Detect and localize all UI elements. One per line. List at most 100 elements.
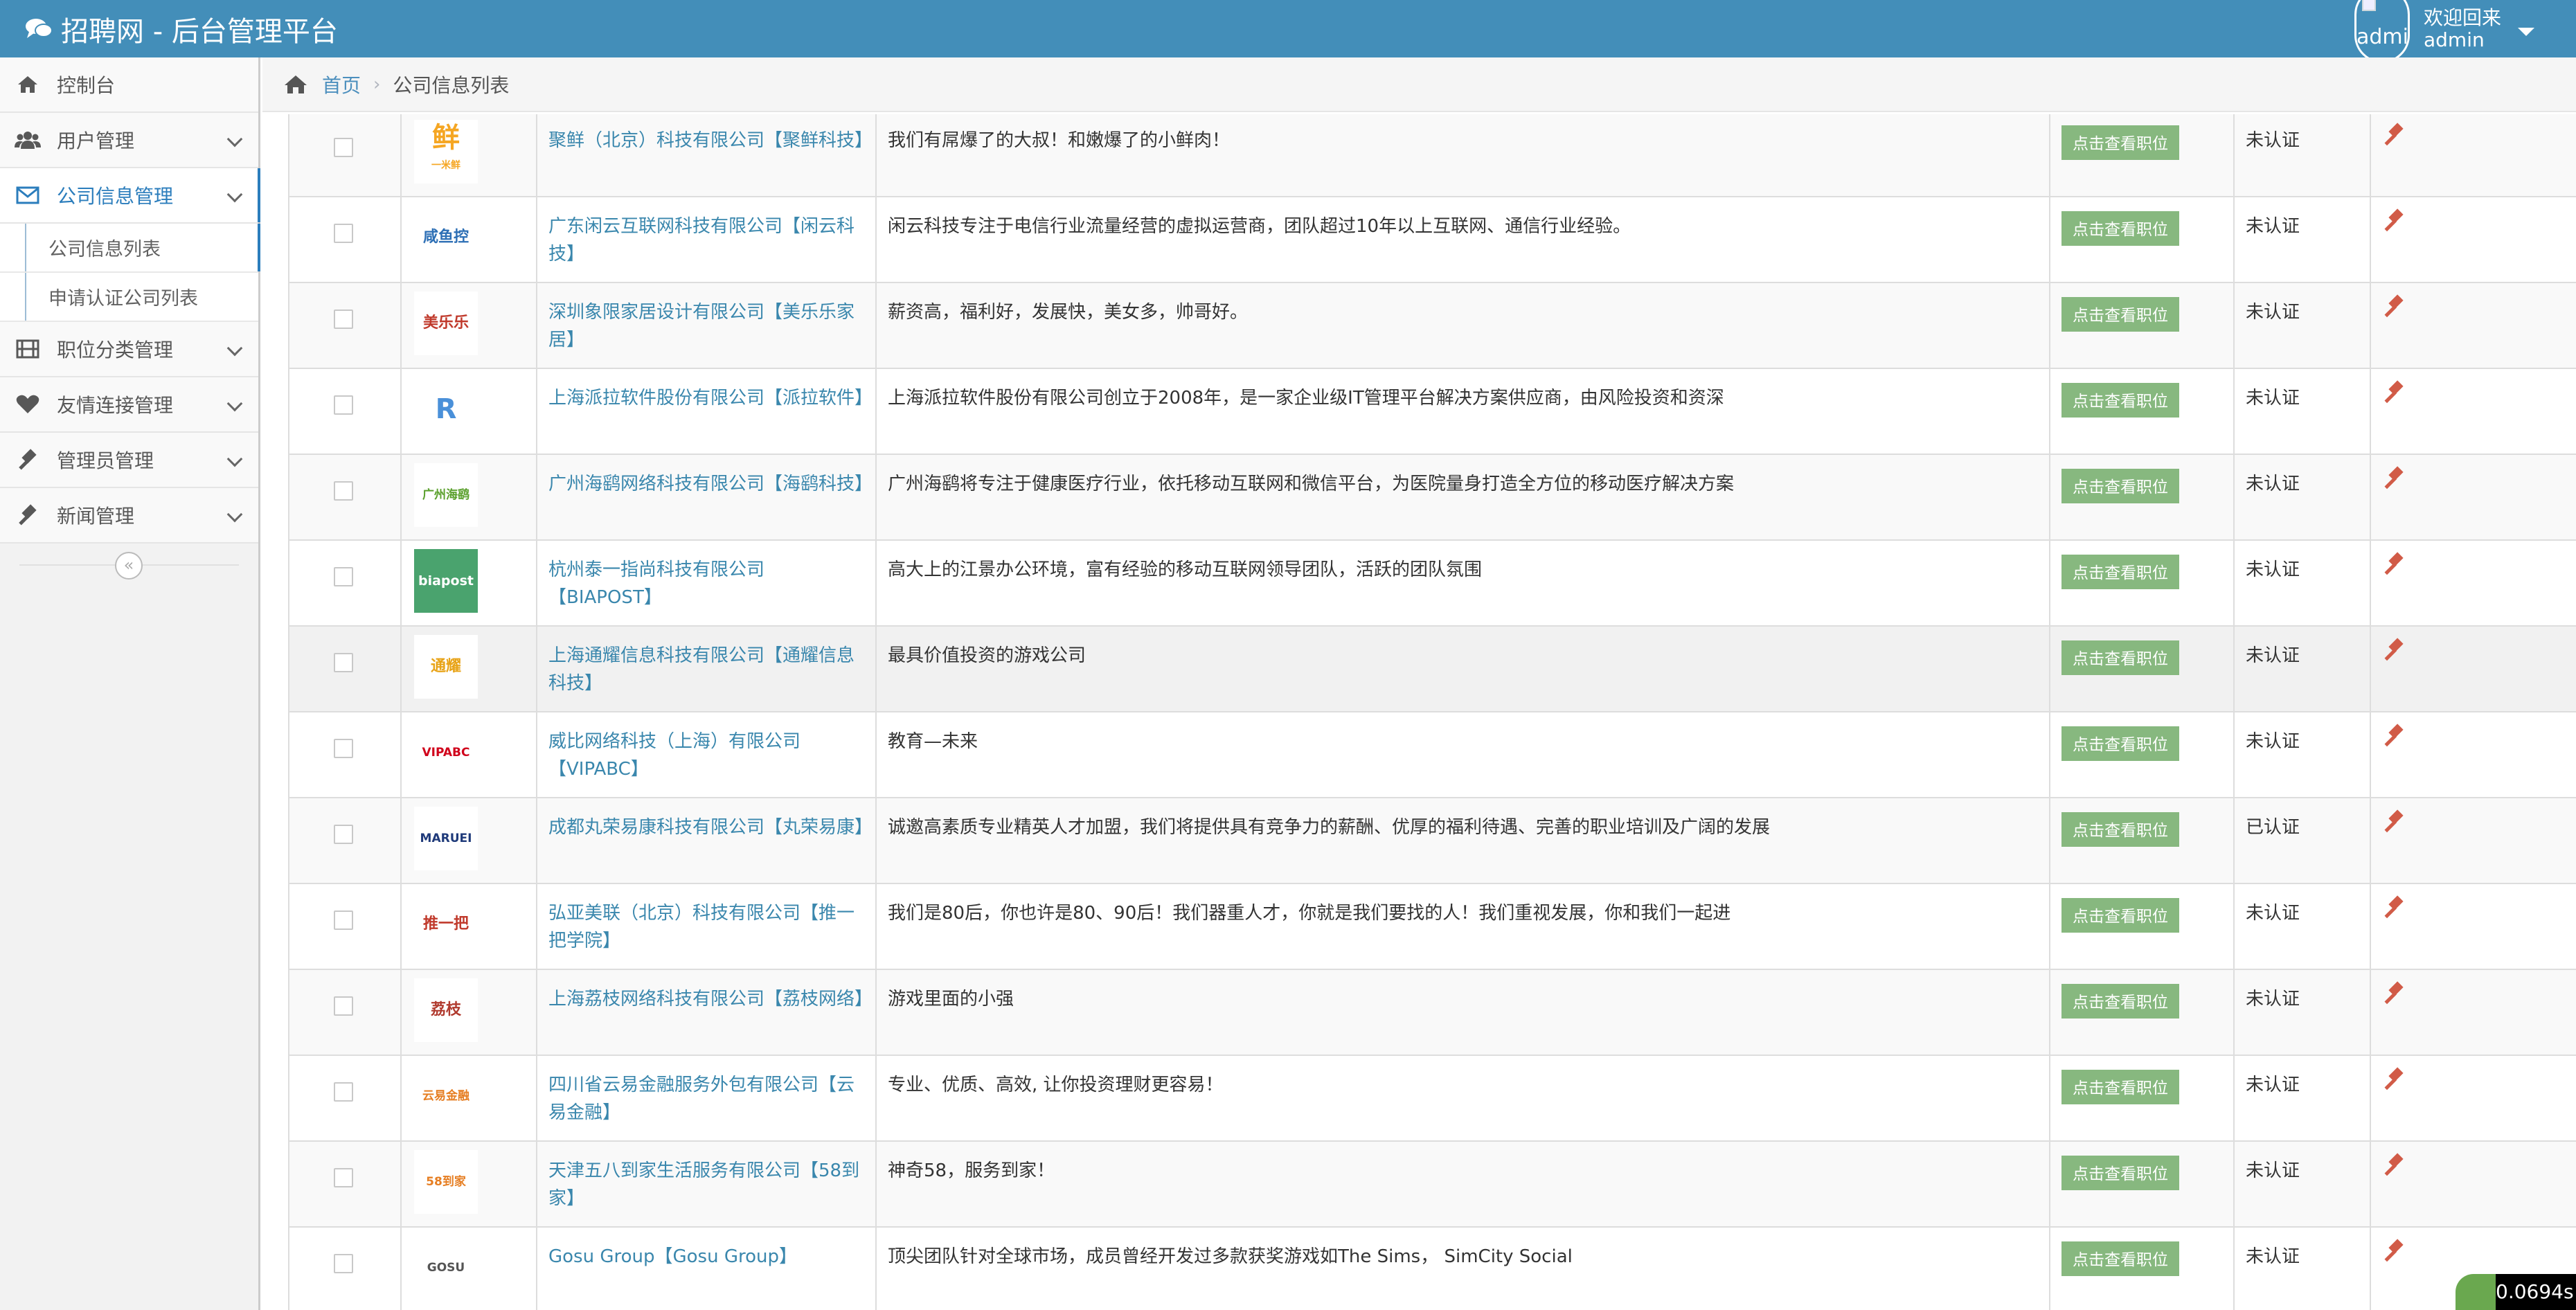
- company-name-link[interactable]: 上海通耀信息科技有限公司【通耀信息科技】: [548, 645, 855, 694]
- gavel-icon[interactable]: [2382, 1239, 2565, 1264]
- checkbox-cell: [288, 1055, 402, 1142]
- company-name-link[interactable]: 上海派拉软件股份有限公司【派拉软件】: [548, 388, 873, 409]
- company-name-link[interactable]: 聚鲜（北京）科技有限公司【聚鲜科技】: [548, 130, 873, 151]
- gavel-icon[interactable]: [2382, 1153, 2565, 1178]
- brand[interactable]: 招聘网 - 后台管理平台: [25, 0, 338, 57]
- debug-icon[interactable]: [2456, 1274, 2496, 1310]
- view-jobs-button[interactable]: 点击查看职位: [2061, 1156, 2179, 1190]
- company-name-link[interactable]: 成都丸荣易康科技有限公司【丸荣易康】: [548, 817, 873, 838]
- row-checkbox[interactable]: [334, 653, 353, 672]
- company-logo: 广州海鹞: [414, 463, 478, 527]
- row-checkbox[interactable]: [334, 309, 353, 329]
- company-description: 薪资高，福利好，发展快，美女多，帅哥好。: [888, 302, 1249, 323]
- row-checkbox[interactable]: [334, 1168, 353, 1187]
- sidebar-item-news[interactable]: 新闻管理: [0, 488, 258, 544]
- company-name-link[interactable]: 威比网络科技（上海）有限公司【VIPABC】: [548, 731, 800, 780]
- row-checkbox[interactable]: [334, 739, 353, 758]
- sidebar-item-job-categories[interactable]: 职位分类管理: [0, 322, 258, 377]
- sidebar-item-company[interactable]: 公司信息管理: [0, 168, 260, 224]
- gavel-icon[interactable]: [2382, 1067, 2565, 1092]
- view-jobs-button[interactable]: 点击查看职位: [2061, 640, 2179, 675]
- action-cell: 点击查看职位: [2049, 797, 2235, 884]
- company-name-link[interactable]: 弘亚美联（北京）科技有限公司【推一把学院】: [548, 903, 855, 951]
- action-cell: 点击查看职位: [2049, 1140, 2235, 1228]
- gavel-icon[interactable]: [2382, 380, 2565, 405]
- company-description: 专业、优质、高效, 让你投资理财更容易！: [888, 1075, 1224, 1095]
- sidebar-item-links[interactable]: 友情连接管理: [0, 377, 258, 433]
- certification-status: 未认证: [2246, 1246, 2300, 1267]
- company-logo: 通耀: [414, 635, 478, 699]
- logo-cell: 云易金融: [400, 1055, 537, 1142]
- row-checkbox[interactable]: [334, 1254, 353, 1273]
- logo-cell: 通耀: [400, 625, 537, 712]
- row-checkbox[interactable]: [334, 567, 353, 586]
- company-name-link[interactable]: 上海荔枝网络科技有限公司【荔枝网络】: [548, 989, 873, 1010]
- view-jobs-button[interactable]: 点击查看职位: [2061, 469, 2179, 503]
- view-jobs-button[interactable]: 点击查看职位: [2061, 383, 2179, 418]
- company-name-link[interactable]: 杭州泰一指尚科技有限公司【BIAPOST】: [548, 559, 764, 608]
- gavel-icon[interactable]: [2382, 809, 2565, 834]
- user-menu[interactable]: admin 欢迎回来 admin: [2354, 0, 2534, 63]
- view-jobs-button[interactable]: 点击查看职位: [2061, 984, 2179, 1019]
- row-checkbox[interactable]: [334, 996, 353, 1016]
- company-logo-text: 荔枝: [430, 1001, 461, 1019]
- row-checkbox[interactable]: [334, 481, 353, 501]
- view-jobs-button[interactable]: 点击查看职位: [2061, 898, 2179, 933]
- row-checkbox[interactable]: [334, 910, 353, 930]
- view-jobs-button[interactable]: 点击查看职位: [2061, 211, 2179, 246]
- company-logo-text: 云易金融: [422, 1089, 469, 1103]
- gavel-icon[interactable]: [2382, 294, 2565, 319]
- company-name-link[interactable]: 广州海鹞网络科技有限公司【海鹞科技】: [548, 474, 873, 494]
- row-checkbox[interactable]: [334, 224, 353, 243]
- breadcrumb-home-link[interactable]: 首页: [322, 71, 361, 98]
- view-jobs-button[interactable]: 点击查看职位: [2061, 1241, 2179, 1276]
- view-jobs-button[interactable]: 点击查看职位: [2061, 1070, 2179, 1104]
- caret-down-icon[interactable]: [2518, 27, 2534, 36]
- gavel-icon[interactable]: [2382, 638, 2565, 663]
- gavel-icon[interactable]: [2382, 466, 2565, 491]
- sidebar-item-users[interactable]: 用户管理: [0, 113, 258, 168]
- view-jobs-button[interactable]: 点击查看职位: [2061, 555, 2179, 589]
- company-name-link[interactable]: Gosu Group【Gosu Group】: [548, 1246, 797, 1267]
- breadcrumb-separator: ›: [373, 73, 381, 95]
- gavel-icon[interactable]: [2382, 208, 2565, 233]
- sidebar-item-label: 友情连接管理: [57, 394, 174, 417]
- company-logo-text: 58到家: [426, 1175, 466, 1189]
- render-timer: 0.0694s: [2496, 1274, 2576, 1310]
- logo-cell: 推一把: [400, 883, 537, 970]
- gavel-icon[interactable]: [2382, 895, 2565, 920]
- certification-status: 未认证: [2246, 559, 2300, 580]
- gavel-icon[interactable]: [2382, 724, 2565, 748]
- view-jobs-button[interactable]: 点击查看职位: [2061, 726, 2179, 761]
- action-cell: 点击查看职位: [2049, 625, 2235, 712]
- certification-status: 未认证: [2246, 130, 2300, 151]
- checkbox-cell: [288, 539, 402, 627]
- table-row: 鲜一米鲜 聚鲜（北京）科技有限公司【聚鲜科技】 我们有屌爆了的大叔！和嫩爆了的小鲜肉…: [288, 114, 2576, 197]
- row-checkbox[interactable]: [334, 1082, 353, 1102]
- sidebar-subitem-certification-list[interactable]: 申请认证公司列表: [0, 273, 258, 322]
- sidebar-item-dashboard[interactable]: 控制台: [0, 57, 258, 113]
- view-jobs-button[interactable]: 点击查看职位: [2061, 125, 2179, 160]
- company-name-link[interactable]: 天津五八到家生活服务有限公司【58到家】: [548, 1160, 859, 1209]
- row-checkbox[interactable]: [334, 138, 353, 157]
- operation-cell: [2370, 711, 2576, 798]
- sidebar-subitem-company-list[interactable]: 公司信息列表: [0, 224, 260, 273]
- company-name-link[interactable]: 广东闲云互联网科技有限公司【闲云科技】: [548, 216, 855, 264]
- gavel-icon[interactable]: [2382, 552, 2565, 577]
- sidebar-collapse-button[interactable]: «: [115, 552, 143, 580]
- gavel-icon[interactable]: [2382, 123, 2565, 147]
- checkbox-cell: [288, 969, 402, 1056]
- company-logo-text: 美乐乐: [422, 314, 469, 332]
- sidebar-item-admins[interactable]: 管理员管理: [0, 433, 258, 488]
- view-jobs-button[interactable]: 点击查看职位: [2061, 812, 2179, 847]
- checkbox-cell: [288, 196, 402, 283]
- chevron-down-icon: [226, 131, 243, 147]
- company-name-link[interactable]: 深圳象限家居设计有限公司【美乐乐家居】: [548, 302, 855, 350]
- view-jobs-button[interactable]: 点击查看职位: [2061, 297, 2179, 332]
- row-checkbox[interactable]: [334, 395, 353, 415]
- sidebar-item-label: 职位分类管理: [57, 339, 174, 361]
- table-row: 通耀 上海通耀信息科技有限公司【通耀信息科技】 最具价值投资的游戏公司 点击查看职位 未…: [288, 625, 2576, 712]
- gavel-icon[interactable]: [2382, 981, 2565, 1006]
- row-checkbox[interactable]: [334, 825, 353, 844]
- company-name-link[interactable]: 四川省云易金融服务外包有限公司【云易金融】: [548, 1075, 855, 1123]
